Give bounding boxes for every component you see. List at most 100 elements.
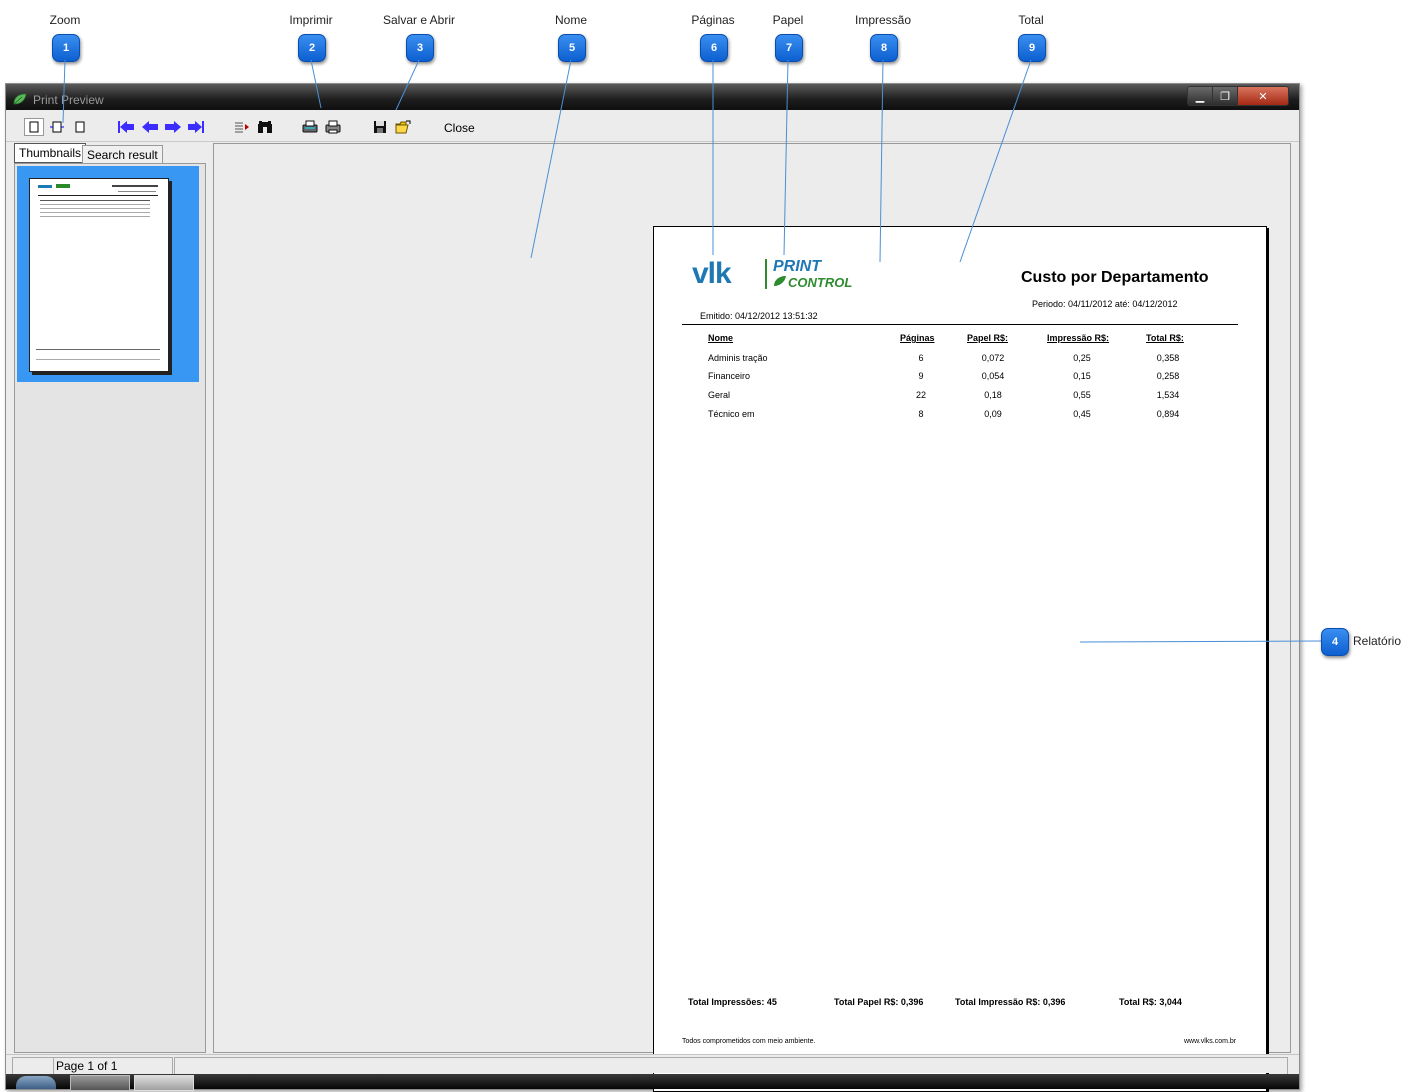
footer-slogan: Todos comprometidos com meio ambiente. [682,1038,816,1045]
close-button[interactable]: Close [444,121,475,135]
report-page: vlk PRINT CONTROL Custo por Departamento… [653,226,1267,1092]
first-page-button[interactable] [116,119,136,135]
total-papel: Total Papel R$: 0,396 [834,997,924,1007]
goto-page-button[interactable] [233,119,251,135]
table-row-papel: 0,072 [981,353,1005,363]
callout-badge-7: 7 [775,34,803,62]
callout-badge-8: 8 [870,34,898,62]
find-button[interactable] [256,119,274,135]
window-title: Print Preview [33,93,104,107]
thumbnail-item-page-1[interactable] [17,166,199,382]
table-row-nome: Técnico em [708,409,755,419]
one-page-view-button[interactable] [24,118,44,136]
close-icon: ✕ [1258,90,1268,103]
table-row-paginas: 22 [915,390,926,400]
callout-label-total: Total [1018,13,1044,27]
col-header-papel: Papel R$: [967,333,1009,343]
leaf-icon [13,93,27,105]
header-divider [682,324,1238,325]
close-window-button[interactable]: ✕ [1237,86,1289,106]
taskbar [6,1074,1299,1091]
callout-label-nome: Nome [554,13,587,27]
toolbar: Close [6,111,1299,142]
page-width-icon [50,121,64,133]
col-header-nome: Nome [708,333,734,343]
page-icon [75,121,85,133]
open-folder-icon [395,120,411,134]
thumbnail-panel[interactable] [14,163,206,1053]
table-row-papel: 0,09 [984,409,1002,419]
table-row-impressao: 0,15 [1073,371,1091,381]
open-button[interactable] [394,119,412,135]
callout-badge-3: 3 [406,34,434,62]
callout-badge-1: 1 [52,34,80,62]
tab-search-result[interactable]: Search result [82,145,163,165]
page-icon [29,121,39,133]
first-page-icon [118,121,134,133]
callout-badge-6: 6 [700,34,728,62]
logo-vlk-text: vlk [692,257,732,290]
next-page-icon [165,121,181,133]
logo-control-text: CONTROL [788,275,853,290]
maximize-button[interactable]: ❐ [1212,86,1238,106]
status-page-indicator: Page 1 of 1 [53,1057,173,1075]
previous-page-button[interactable] [140,119,160,135]
minimize-icon: ▁ [1195,90,1205,103]
report-title: Custo por Departamento [1021,269,1209,286]
restore-icon: ❐ [1220,90,1230,103]
save-button[interactable] [371,119,389,135]
tab-thumbnails[interactable]: Thumbnails [14,143,87,163]
table-row-total: 0,894 [1156,409,1180,419]
callout-badge-2: 2 [298,34,326,62]
last-page-button[interactable] [186,119,206,135]
start-button[interactable] [16,1076,56,1089]
table-row-impressao: 0,45 [1073,409,1091,419]
table-row-nome: Adminis tração [708,353,768,363]
callout-badge-9: 9 [1018,34,1046,62]
table-row-nome: Geral [708,390,731,400]
print-button[interactable] [324,119,342,135]
thumbnail-page [29,178,169,372]
floppy-disk-icon [374,121,386,133]
taskbar-item[interactable] [134,1075,194,1091]
logo-leaf-icon [774,276,786,286]
callout-label-relatorio: Relatório [1353,634,1402,648]
binoculars-icon [258,121,272,133]
callout-label-salvar: Salvar e Abrir [382,13,456,27]
callout-label-impressao: Impressão [854,13,912,27]
minimize-button[interactable]: ▁ [1187,86,1213,106]
table-row-impressao: 0,25 [1073,353,1091,363]
total-geral: Total R$: 3,044 [1119,997,1182,1007]
table-row-paginas: 8 [918,409,924,419]
printer-setup-icon [302,120,318,133]
table-row-papel: 0,18 [984,390,1002,400]
footer-website: www.vlks.com.br [1184,1038,1237,1045]
print-setup-button[interactable] [301,119,319,135]
taskbar-item[interactable] [70,1075,130,1091]
col-header-total: Total R$: [1146,333,1184,343]
callout-badge-4: 4 [1321,628,1349,656]
status-bar: Page 1 of 1 [6,1054,1299,1075]
title-bar[interactable]: Print Preview ▁ ❐ ✕ [6,84,1299,110]
page-width-button[interactable] [48,119,66,135]
whole-page-button[interactable] [72,119,88,135]
previous-page-icon [142,121,158,133]
status-cell-empty [12,1057,54,1075]
col-header-impressao: Impressão R$: [1047,333,1110,343]
total-impressao: Total Impressão R$: 0,396 [955,997,1066,1007]
preview-panel[interactable]: vlk PRINT CONTROL Custo por Departamento… [213,143,1291,1092]
print-preview-window: Print Preview ▁ ❐ ✕ Close Thumbnails Sea… [5,83,1300,1092]
next-page-button[interactable] [163,119,183,135]
logo-divider [765,259,767,289]
goto-page-icon [235,122,249,133]
printer-icon [325,120,341,134]
table-row-nome: Financeiro [708,371,751,381]
total-impressoes: Total Impressões: 45 [688,997,777,1007]
callout-label-imprimir: Imprimir [289,13,333,27]
table-row-paginas: 6 [918,353,924,363]
table-row-paginas: 9 [918,371,924,381]
last-page-icon [188,121,204,133]
callout-label-zoom: Zoom [49,13,81,27]
col-header-paginas: Páginas [900,333,935,343]
table-row-total: 1,534 [1156,390,1180,400]
